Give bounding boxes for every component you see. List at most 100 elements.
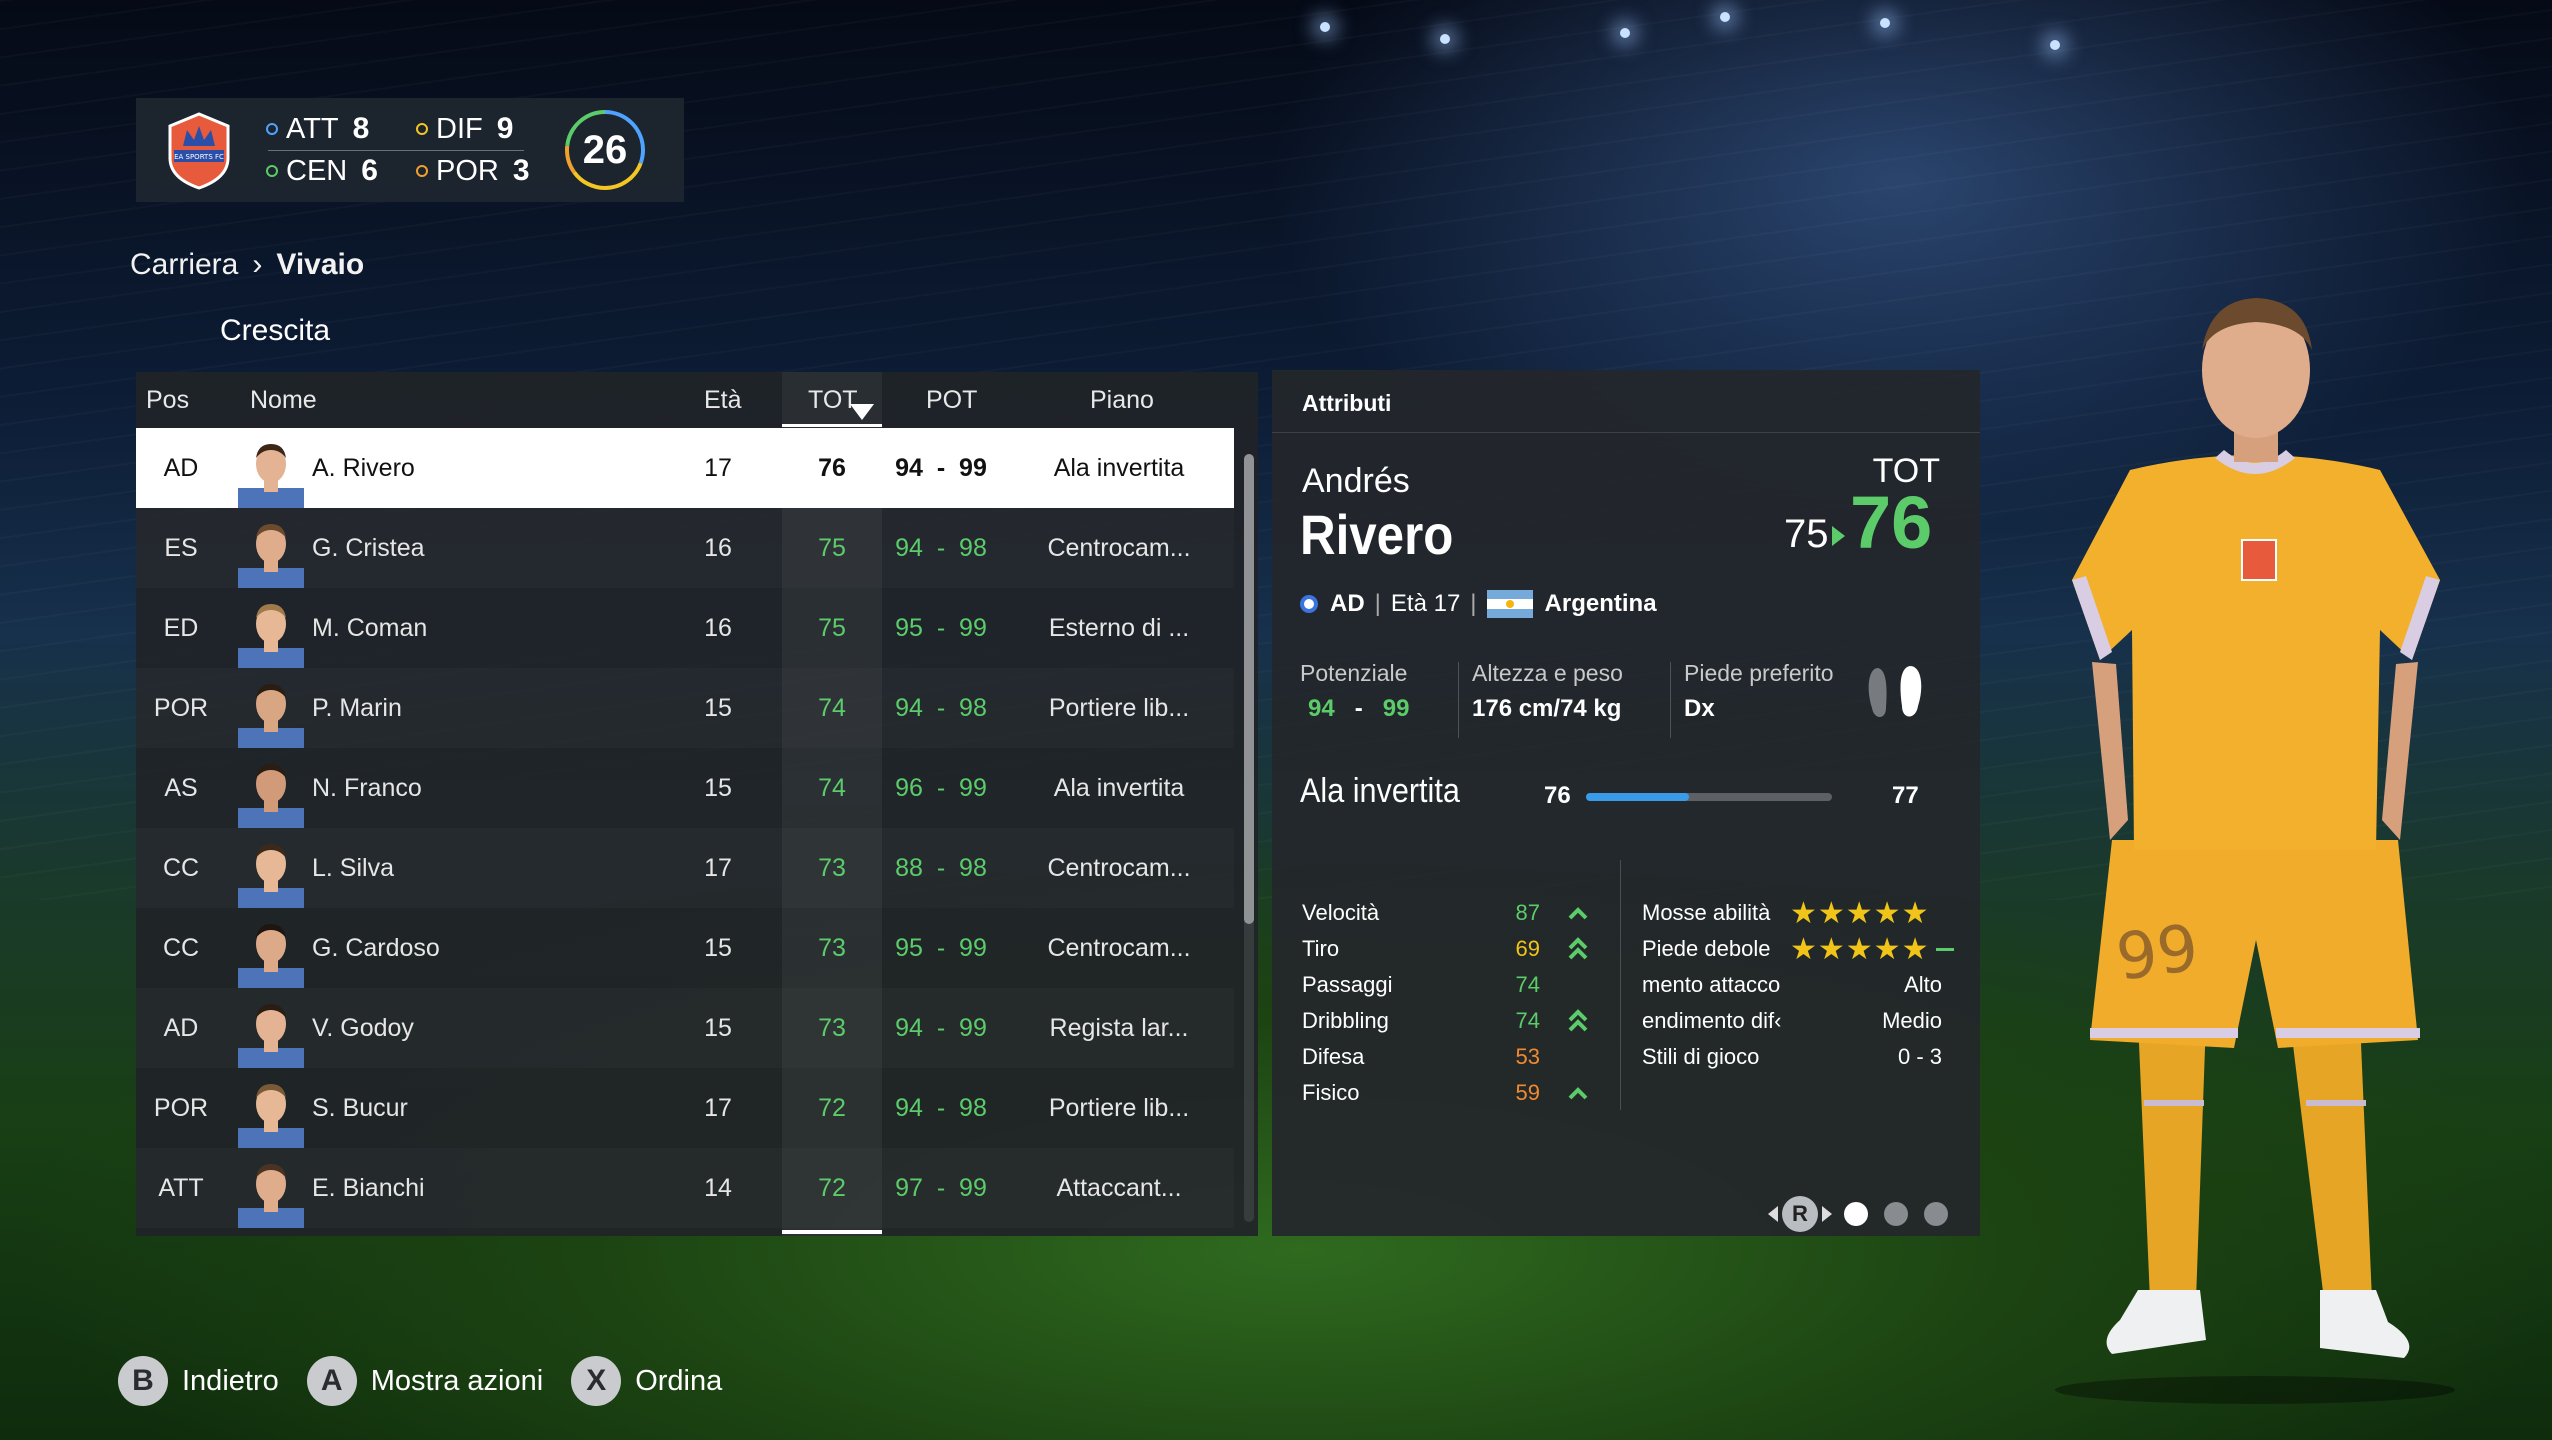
row-plan: Centrocam... (1047, 534, 1191, 562)
stadium-light (1880, 18, 1890, 28)
club-crest-label: EA SPORTS FC (174, 153, 224, 161)
row-age: 17 (704, 854, 732, 882)
breadcrumb: Carriera › Vivaio (130, 248, 364, 282)
row-plan: Attaccant... (1056, 1174, 1182, 1202)
page-dot-1[interactable] (1844, 1202, 1868, 1226)
cen-count: CEN 6 (266, 154, 378, 188)
trend-up-icon (1568, 907, 1588, 920)
stadium-light (1720, 12, 1730, 22)
att-dot-icon (266, 123, 278, 135)
table-row[interactable]: ATT E. Bianchi 14 72 97 - 99 Attaccant..… (136, 1148, 1234, 1228)
star-rating-icon: ★★★★★ (1790, 897, 1930, 930)
row-position: ES (164, 534, 198, 562)
attribute-row: Velocità 87 (1302, 894, 1622, 934)
table-body: AD A. Rivero 17 76 94 - 99 Ala invertita… (136, 428, 1234, 1228)
scrollbar-thumb[interactable] (1244, 454, 1254, 924)
sort-button[interactable]: X Ordina (571, 1356, 722, 1406)
tab-crescita[interactable]: Crescita (220, 314, 330, 348)
divider (1670, 662, 1671, 738)
row-age: 14 (704, 1174, 732, 1202)
row-age: 15 (704, 1014, 732, 1042)
potential-label: Potenziale (1300, 660, 1408, 686)
show-actions-button[interactable]: A Mostra azioni (306, 1356, 543, 1406)
role-name: Ala invertita (1300, 772, 1460, 810)
page-right-icon[interactable] (1822, 1206, 1832, 1222)
table-row[interactable]: ES G. Cristea 16 75 94 - 98 Centrocam... (136, 508, 1234, 588)
squad-summary: EA SPORTS FC ATT 8 DIF 9 CEN 6 POR 3 26 (136, 98, 684, 202)
row-plan: Regista lar... (1049, 1014, 1189, 1042)
row-potential: 96 - 99 (895, 774, 987, 802)
header-age[interactable]: Età (704, 386, 742, 415)
row-position: POR (153, 1094, 209, 1122)
row-age: 16 (704, 614, 732, 642)
attribute-name: Velocità (1302, 900, 1380, 925)
potential-value: 94 - 99 (1300, 695, 1409, 723)
trait-name: Mosse abilità (1642, 900, 1771, 925)
page-left-icon[interactable] (1768, 1206, 1778, 1222)
header-pos[interactable]: Pos (146, 386, 189, 415)
row-plan: Portiere lib... (1048, 694, 1190, 722)
att-count: ATT 8 (266, 112, 369, 146)
row-position: AS (164, 774, 198, 802)
header-plan[interactable]: Piano (1090, 386, 1154, 415)
back-label: Indietro (182, 1364, 279, 1397)
table-row[interactable]: AS N. Franco 15 74 96 - 99 Ala invertita (136, 748, 1234, 828)
r-stick-button[interactable]: R (1782, 1196, 1818, 1232)
por-dot-icon (416, 165, 428, 177)
table-row[interactable]: POR P. Marin 15 74 94 - 98 Portiere lib.… (136, 668, 1234, 748)
sort-label: Ordina (635, 1364, 723, 1397)
attribute-name: Fisico (1302, 1080, 1360, 1105)
separator: | (1374, 590, 1381, 617)
separator: | (1470, 590, 1477, 617)
divider (1272, 432, 1980, 433)
row-potential: 94 - 99 (895, 454, 987, 482)
feet-icon (1868, 666, 1922, 717)
height-weight-value: 176 cm/74 kg (1472, 695, 1622, 722)
overall-current: 76 (1850, 481, 1933, 564)
dif-value: 9 (496, 112, 514, 145)
divider (1458, 662, 1459, 738)
page-dot-2[interactable] (1884, 1202, 1908, 1226)
row-potential: 94 - 99 (895, 1014, 987, 1042)
attribute-name: Difesa (1302, 1044, 1365, 1069)
row-position: AD (163, 454, 199, 482)
page-dot-3[interactable] (1924, 1202, 1948, 1226)
trait-name: endimento dif‹ (1642, 1008, 1782, 1033)
attribute-row: Dribbling 74 (1302, 1002, 1622, 1042)
table-row[interactable]: AD A. Rivero 17 76 94 - 99 Ala invertita (136, 428, 1234, 508)
row-age: 15 (704, 934, 732, 962)
trait-name: Stili di gioco (1642, 1044, 1760, 1069)
row-age: 15 (704, 774, 732, 802)
table-row[interactable]: CC L. Silva 17 73 88 - 98 Centrocam... (136, 828, 1234, 908)
row-overall: 72 (818, 1174, 846, 1202)
preferred-foot-block: Piede preferito Dx (1684, 660, 1834, 723)
table-row[interactable]: AD V. Godoy 15 73 94 - 99 Regista lar... (136, 988, 1234, 1068)
table-row[interactable]: ED M. Coman 16 75 95 - 99 Esterno di ... (136, 588, 1234, 668)
table-row[interactable]: POR S. Bucur 17 72 94 - 98 Portiere lib.… (136, 1068, 1234, 1148)
breadcrumb-current: Vivaio (276, 248, 365, 281)
row-position: ATT (158, 1174, 204, 1202)
trait-value: Medio (1882, 1008, 1942, 1033)
dif-dot-icon (416, 123, 428, 135)
breadcrumb-parent[interactable]: Carriera (130, 248, 238, 282)
potential-min: 94 (1308, 695, 1335, 722)
back-button[interactable]: B Indietro (118, 1356, 279, 1406)
page-indicator[interactable]: R (1768, 1196, 1948, 1232)
header-pot[interactable]: POT (926, 386, 977, 415)
row-plan: Esterno di ... (1048, 614, 1190, 642)
row-overall: 74 (818, 694, 846, 722)
cen-dot-icon (266, 165, 278, 177)
player-face-icon (238, 764, 304, 828)
attribute-name: Tiro (1302, 936, 1340, 961)
role-rating-target: 77 (1892, 782, 1919, 809)
row-name: A. Rivero (312, 454, 415, 482)
cen-value: 6 (361, 154, 378, 187)
sort-indicator-bottom (782, 1230, 882, 1234)
header-name[interactable]: Nome (250, 386, 317, 415)
club-crest-icon: EA SPORTS FC (168, 112, 230, 190)
table-row[interactable]: CC G. Cardoso 15 73 95 - 99 Centrocam... (136, 908, 1234, 988)
squad-total: 26 (582, 127, 628, 172)
por-value: 3 (512, 154, 530, 187)
player-meta: AD | Età 17 | Argentina (1300, 590, 1657, 618)
b-button-icon: B (118, 1356, 168, 1406)
